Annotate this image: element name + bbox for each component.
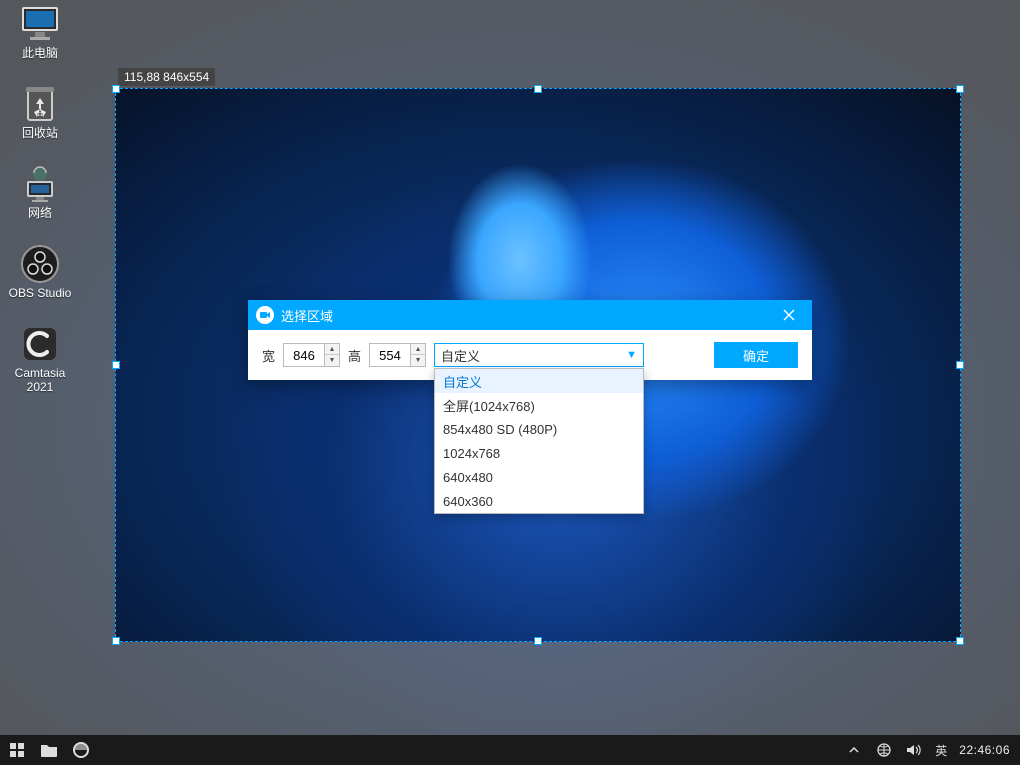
taskbar-edge[interactable] [72,741,90,759]
desktop-icon-this-pc[interactable]: 此电脑 [0,4,80,78]
dim-overlay [961,88,1020,642]
desktop-icon-label: 回收站 [22,126,58,140]
dim-overlay [0,642,1020,735]
desktop-icon-label: Camtasia 2021 [15,366,66,394]
preset-option[interactable]: 640x360 [435,489,643,513]
camtasia-icon [19,324,61,364]
dialog-titlebar[interactable]: 选择区域 [248,300,812,330]
desktop-icon-camtasia[interactable]: Camtasia 2021 [0,324,80,398]
ime-indicator[interactable]: 英 [935,742,947,759]
dialog-title: 选择区域 [281,306,772,325]
resize-handle-nw[interactable] [112,85,120,93]
globe-icon [877,743,891,757]
tray-network[interactable] [875,741,893,759]
close-button[interactable] [772,300,806,330]
preset-combo: 自定义 ▼ 自定义 全屏(1024x768) 854x480 SD (480P)… [434,343,644,367]
edge-icon [73,742,89,758]
desktop-icon-obs[interactable]: OBS Studio [0,244,80,318]
width-spin-down[interactable]: ▼ [325,355,339,366]
select-area-dialog: 选择区域 宽 ▲ ▼ 高 ▲ ▼ [248,300,812,380]
preset-option[interactable]: 640x480 [435,465,643,489]
preset-combobox[interactable]: 自定义 ▼ [434,343,644,367]
width-input[interactable] [284,344,324,366]
speaker-icon [906,743,922,757]
taskbar-right: 英 22:46:06 [845,741,1020,759]
width-label: 宽 [262,346,275,365]
chevron-up-icon [848,744,860,756]
close-icon [783,309,795,321]
desktop-icon-network[interactable]: 网络 [0,164,80,238]
camera-icon [256,306,274,324]
width-spin-up[interactable]: ▲ [325,344,339,355]
taskbar-left [0,741,90,759]
tray-chevron[interactable] [845,741,863,759]
width-stepper[interactable]: ▲ ▼ [283,343,340,367]
ok-button[interactable]: 确定 [714,342,798,368]
height-spin-up[interactable]: ▲ [411,344,425,355]
monitor-icon [19,4,61,44]
height-input[interactable] [370,344,410,366]
desktop-icons: 此电脑 回收站 网络 OBS Studio Camtasia 2021 [0,4,80,404]
preset-option[interactable]: 1024x768 [435,441,643,465]
desktop-icon-label: OBS Studio [9,286,72,300]
desktop: 此电脑 回收站 网络 OBS Studio Camtasia 2021 [0,0,1020,765]
tray-volume[interactable] [905,741,923,759]
resize-handle-se[interactable] [956,637,964,645]
resize-handle-sw[interactable] [112,637,120,645]
height-stepper[interactable]: ▲ ▼ [369,343,426,367]
height-spin-down[interactable]: ▼ [411,355,425,366]
height-label: 高 [348,346,361,365]
dialog-body: 宽 ▲ ▼ 高 ▲ ▼ 自定义 ▼ [248,330,812,380]
taskbar-clock[interactable]: 22:46:06 [959,743,1010,757]
height-spin: ▲ ▼ [410,344,425,366]
resize-handle-w[interactable] [112,361,120,369]
resize-handle-e[interactable] [956,361,964,369]
network-icon [19,164,61,204]
resize-handle-n[interactable] [534,85,542,93]
windows-icon [9,742,25,758]
resize-handle-ne[interactable] [956,85,964,93]
resize-handle-s[interactable] [534,637,542,645]
width-spin: ▲ ▼ [324,344,339,366]
selection-coords-label: 115,88 846x554 [118,68,215,86]
obs-icon [19,244,61,284]
desktop-icon-label: 网络 [28,206,52,220]
preset-selected-label: 自定义 [441,346,480,365]
taskbar-explorer[interactable] [40,741,58,759]
start-button[interactable] [8,741,26,759]
chevron-down-icon: ▼ [626,349,637,361]
preset-option[interactable]: 自定义 [435,369,643,393]
desktop-icon-recycle-bin[interactable]: 回收站 [0,84,80,158]
desktop-icon-label: 此电脑 [22,46,58,60]
folder-icon [40,742,58,758]
taskbar: 英 22:46:06 [0,735,1020,765]
preset-option[interactable]: 854x480 SD (480P) [435,417,643,441]
preset-dropdown-list: 自定义 全屏(1024x768) 854x480 SD (480P) 1024x… [434,368,644,514]
recycle-bin-icon [19,84,61,124]
preset-option[interactable]: 全屏(1024x768) [435,393,643,417]
